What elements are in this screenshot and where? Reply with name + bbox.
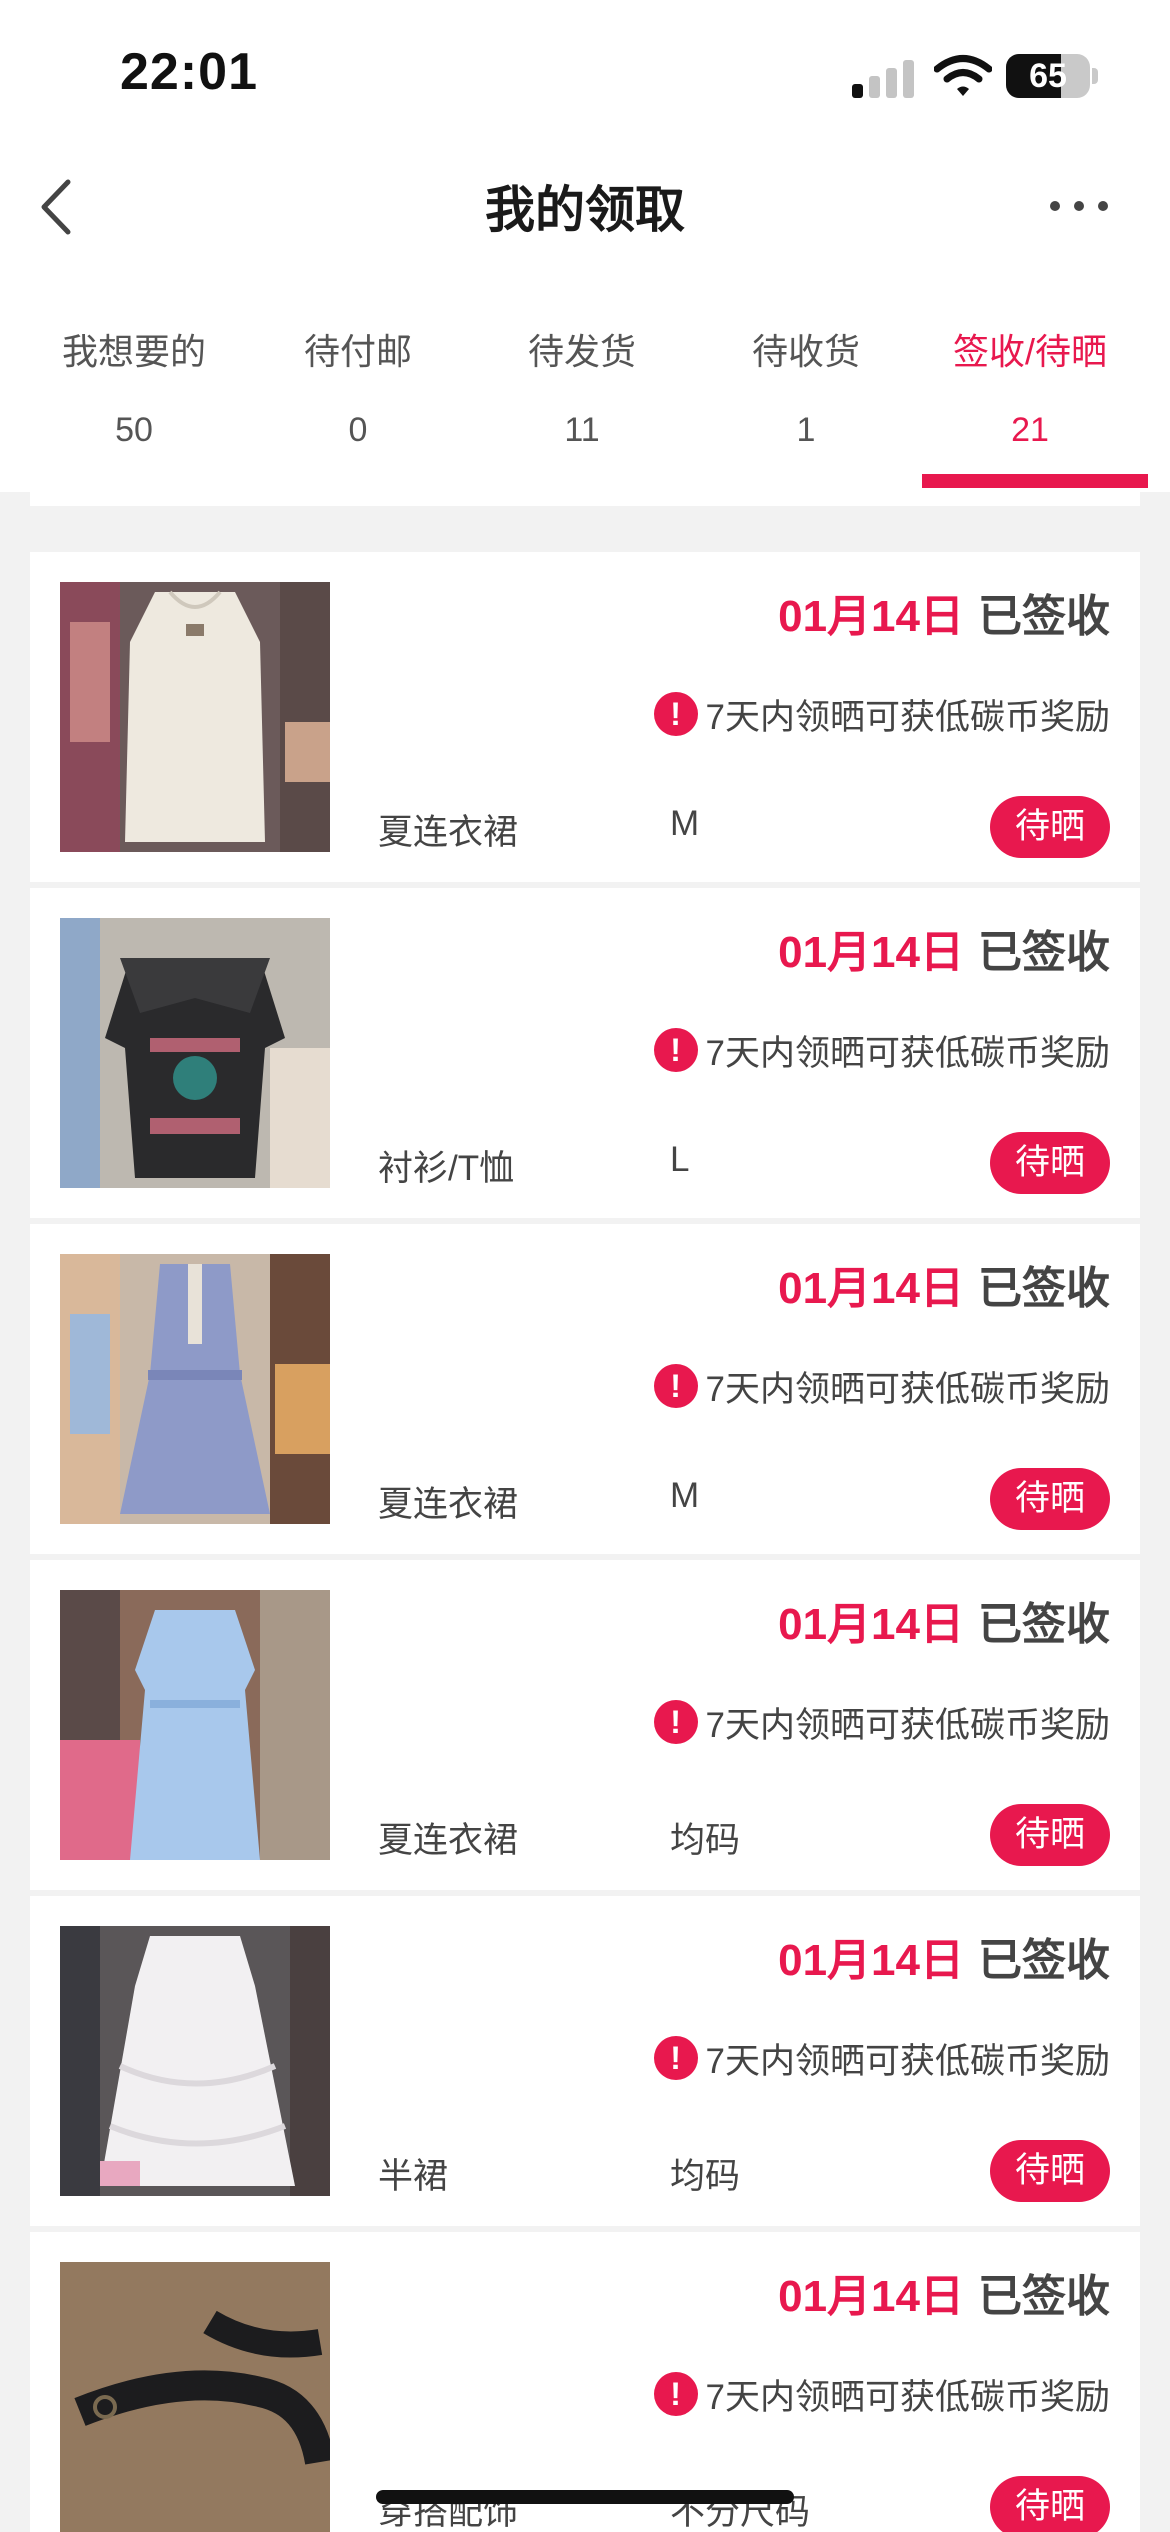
exclamation-circle-icon: ! <box>653 692 698 736</box>
reward-notice: ! 7天内领晒可获低碳币奖励 <box>653 2372 1110 2417</box>
list-item[interactable]: 01月14日 已签收 ! 7天内领晒可获低碳币奖励 夏连衣裙 均码 待晒 <box>30 1560 1140 1890</box>
signed-date: 01月14日 已签收 <box>778 1936 1110 1985</box>
signed-date: 01月14日 已签收 <box>778 928 1110 977</box>
item-photo <box>60 918 330 1188</box>
item-category: 衬衫/T恤 <box>378 1149 515 1188</box>
list-item[interactable]: 01月14日 已签收 ! 7天内领晒可获低碳币奖励 半裙 均码 待晒 <box>30 1896 1140 2226</box>
pending-share-button[interactable]: 待晒 <box>990 2140 1110 2202</box>
tab-pending-receipt[interactable]: 待收货 1 <box>694 320 918 492</box>
wifi-icon <box>934 55 992 96</box>
page-title: 我的领取 <box>485 182 685 238</box>
item-category: 夏连衣裙 <box>378 1485 519 1524</box>
exclamation-circle-icon: ! <box>653 1028 698 1072</box>
tab-pending-shipment[interactable]: 待发货 11 <box>470 320 694 492</box>
pending-share-button[interactable]: 待晒 <box>990 1804 1110 1866</box>
exclamation-circle-icon: ! <box>653 2036 698 2080</box>
reward-notice: ! 7天内领晒可获低碳币奖励 <box>653 1364 1110 1409</box>
item-photo <box>60 2262 330 2532</box>
item-size: 均码 <box>670 2157 741 2196</box>
battery-icon: 65 <box>1006 54 1090 98</box>
tab-pending-postage[interactable]: 待付邮 0 <box>246 320 470 492</box>
signed-date: 01月14日 已签收 <box>778 1600 1110 1649</box>
reward-notice: ! 7天内领晒可获低碳币奖励 <box>653 692 1110 737</box>
pending-share-button[interactable]: 待晒 <box>990 796 1110 858</box>
pending-share-button[interactable]: 待晒 <box>990 1132 1110 1194</box>
item-size: M <box>670 1476 700 1515</box>
item-photo <box>60 1590 330 1860</box>
pending-share-button[interactable]: 待晒 <box>990 2476 1110 2532</box>
reward-notice: ! 7天内领晒可获低碳币奖励 <box>653 1700 1110 1745</box>
status-time: 22:01 <box>120 43 258 101</box>
item-photo <box>60 1926 330 2196</box>
item-category: 夏连衣裙 <box>378 1821 519 1860</box>
list-item[interactable]: 01月14日 已签收 ! 7天内领晒可获低碳币奖励 夏连衣裙 M 待晒 <box>30 1224 1140 1554</box>
tab-bar: 我想要的 50 待付邮 0 待发货 11 待收货 1 签收/待晒 21 <box>0 320 1170 492</box>
active-tab-indicator <box>922 474 1148 488</box>
reward-notice: ! 7天内领晒可获低碳币奖励 <box>653 2036 1110 2081</box>
header: 22:01 65 我的领取 我想要的 50 待付邮 0 待发货 11 待收货 1… <box>0 0 1170 492</box>
reward-notice: ! 7天内领晒可获低碳币奖励 <box>653 1028 1110 1073</box>
item-size: M <box>670 804 700 843</box>
item-category: 半裙 <box>378 2157 449 2196</box>
item-category: 夏连衣裙 <box>378 813 519 852</box>
item-photo <box>60 1254 330 1524</box>
tab-signed-pending-share[interactable]: 签收/待晒 21 <box>918 320 1142 492</box>
item-photo <box>60 582 330 852</box>
item-size: L <box>670 1140 690 1179</box>
cellular-signal-icon <box>852 58 914 98</box>
more-horizontal-icon[interactable] <box>1050 196 1110 216</box>
list-item[interactable]: 01月14日 已签收 ! 7天内领晒可获低碳币奖励 穿搭配饰 不分尺码 待晒 <box>30 2232 1140 2532</box>
signed-date: 01月14日 已签收 <box>778 592 1110 641</box>
list-item[interactable]: 01月14日 已签收 ! 7天内领晒可获低碳币奖励 夏连衣裙 M 待晒 <box>30 552 1140 882</box>
tab-wanted[interactable]: 我想要的 50 <box>22 320 246 492</box>
pending-share-button[interactable]: 待晒 <box>990 1468 1110 1530</box>
home-indicator[interactable] <box>376 2490 794 2504</box>
signed-date: 01月14日 已签收 <box>778 2272 1110 2321</box>
signed-date: 01月14日 已签收 <box>778 1264 1110 1313</box>
battery-tip <box>1092 68 1098 84</box>
exclamation-circle-icon: ! <box>653 1700 698 1744</box>
exclamation-circle-icon: ! <box>653 2372 698 2416</box>
item-size: 均码 <box>670 1821 741 1860</box>
list-item[interactable]: 01月14日 已签收 ! 7天内领晒可获低碳币奖励 衬衫/T恤 L 待晒 <box>30 888 1140 1218</box>
exclamation-circle-icon: ! <box>653 1364 698 1408</box>
